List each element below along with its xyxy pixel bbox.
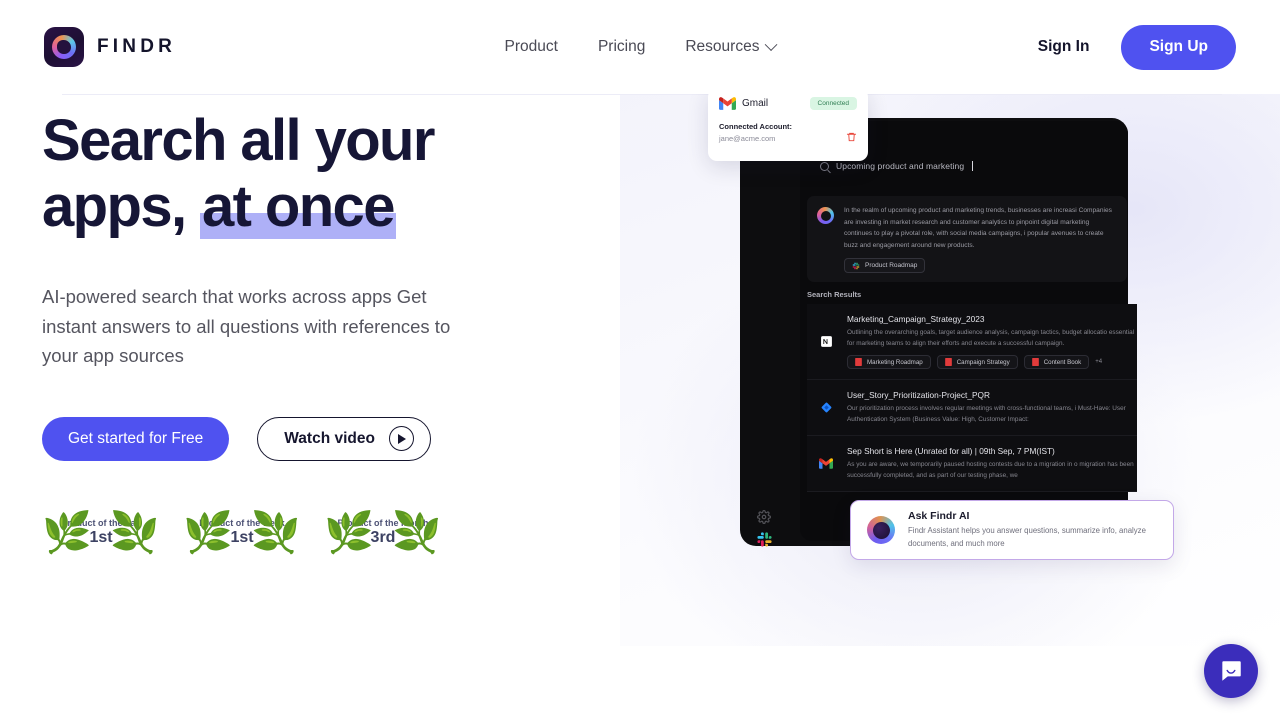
gmail-icon [719, 97, 736, 110]
result-snippet: Our prioritization process involves regu… [847, 405, 1126, 423]
notion-icon [817, 314, 835, 369]
gmail-icon [817, 446, 835, 481]
result-chip-label: Content Book [1043, 358, 1082, 366]
result-snippet: As you are aware, we temporarily paused … [847, 461, 1134, 479]
badge-product-of-the-week: 🌿 🌿 Product of the week 1st [183, 509, 301, 557]
nav-item-pricing[interactable]: Pricing [598, 38, 645, 56]
get-started-button[interactable]: Get started for Free [42, 416, 230, 461]
page-title: Search all your apps, at once [42, 108, 562, 240]
gear-icon[interactable] [757, 510, 771, 524]
nav-label-pricing: Pricing [597, 38, 646, 55]
laurel-right-icon: 🌿 [110, 509, 160, 556]
main-navigation: Product Pricing Resources [505, 37, 778, 56]
play-icon [388, 426, 414, 451]
result-chip[interactable]: Content Book [1023, 355, 1090, 369]
chat-bubble-icon [1222, 661, 1241, 681]
watch-video-button[interactable]: Watch video [257, 416, 431, 461]
slack-icon[interactable] [756, 531, 773, 548]
landing-page: FINDR Product Pricing Resources Sign In … [0, 0, 1280, 720]
search-result-row[interactable]: Sep Short is Here (Unrated for all) | 09… [807, 436, 1137, 492]
result-chips: Marketing Roadmap Campaign Strategy Cont… [847, 355, 1137, 369]
chevron-down-icon [764, 37, 778, 51]
brand-logo[interactable]: FINDR [44, 27, 176, 67]
connected-account-label: Connected Account: [719, 122, 793, 131]
result-title: User_Story_Prioritization-Project_PQR [847, 390, 990, 400]
sign-up-button[interactable]: Sign Up [1121, 24, 1236, 70]
ask-findr-ai-card[interactable]: Ask Findr AI Findr Assistant helps you a… [850, 500, 1174, 560]
findr-ai-orb-icon [817, 207, 834, 224]
badge-product-of-the-month: 🌿 🌿 Product of the month 3rd [324, 509, 442, 557]
search-result-row[interactable]: User_Story_Prioritization-Project_PQR Ou… [807, 380, 1137, 436]
trash-icon[interactable] [846, 131, 857, 143]
laurel-right-icon: 🌿 [392, 509, 442, 556]
result-chip-label: Campaign Strategy [956, 358, 1010, 366]
result-more-count[interactable]: +4 [1095, 359, 1102, 365]
logo-ring-shape [52, 35, 76, 59]
laurel-left-icon: 🌿 [183, 509, 233, 556]
brand-name: FINDR [97, 36, 177, 57]
result-chip[interactable]: Campaign Strategy [936, 355, 1018, 369]
headline-highlight: at once [200, 174, 396, 239]
pdf-icon [1031, 358, 1039, 366]
findr-logo-icon [44, 27, 84, 67]
cta-row: Get started for Free Watch video [42, 416, 562, 461]
search-input-value: Upcoming product and marketing [836, 161, 965, 171]
gmail-connection-card: Gmail Connected Connected Account: jane@… [708, 88, 868, 161]
laurel-left-icon: 🌿 [42, 509, 92, 556]
pdf-icon [855, 358, 862, 366]
ask-findr-subtitle: Findr Assistant helps you answer questio… [908, 526, 1146, 548]
laurel-left-icon: 🌿 [324, 509, 374, 556]
result-snippet: Outlining the overarching goals, target … [847, 329, 1135, 347]
jira-icon [817, 390, 835, 425]
result-title: Sep Short is Here (Unrated for all) | 09… [847, 446, 1055, 456]
text-cursor [972, 161, 974, 171]
device-frame: Upcoming product and marketing In the re… [740, 118, 1137, 548]
nav-item-product[interactable]: Product [505, 38, 558, 56]
watch-video-label: Watch video [284, 429, 375, 447]
ask-findr-title: Ask Findr AI [908, 510, 970, 522]
sign-in-link[interactable]: Sign In [1038, 38, 1090, 56]
result-chip[interactable]: Marketing Roadmap [847, 355, 931, 369]
app-sidebar-rail [740, 118, 800, 548]
status-badge: Connected [809, 97, 857, 110]
laurel-right-icon: 🌿 [251, 509, 301, 556]
pdf-icon [944, 358, 952, 366]
search-icon [820, 161, 829, 171]
award-badges: 🌿 🌿 Product of the day 1st 🌿 🌿 Product o… [42, 509, 562, 557]
ai-chip-label: Product Roadmap [865, 262, 918, 270]
findr-ai-orb-icon [867, 516, 895, 544]
result-title: Marketing_Campaign_Strategy_2023 [847, 314, 985, 324]
search-results-label: Search Results [807, 290, 862, 299]
ai-answer-panel: In the realm of upcoming product and mar… [807, 196, 1127, 282]
nav-label-resources: Resources [685, 38, 760, 55]
header-divider [62, 94, 1222, 95]
header-actions: Sign In Sign Up [1038, 24, 1236, 70]
hero-content: Search all your apps, at once AI-powered… [42, 108, 562, 557]
badge-product-of-the-day: 🌿 🌿 Product of the day 1st [42, 509, 160, 557]
nav-item-resources[interactable]: Resources [685, 37, 778, 56]
search-results-list: Marketing_Campaign_Strategy_2023 Outlini… [807, 304, 1137, 492]
ai-answer-text: In the realm of upcoming product and mar… [844, 207, 1112, 249]
hero-subheading: AI-powered search that works across apps… [42, 286, 451, 366]
ai-source-chip[interactable]: Product Roadmap [844, 258, 926, 274]
slack-icon [852, 262, 860, 270]
search-result-row[interactable]: Marketing_Campaign_Strategy_2023 Outlini… [807, 304, 1137, 380]
gmail-app-name: Gmail [742, 98, 769, 109]
nav-label-product: Product [504, 38, 558, 55]
chat-launcher-button[interactable] [1204, 644, 1258, 698]
connected-account-email: jane@acme.com [719, 134, 776, 143]
site-header: FINDR Product Pricing Resources Sign In … [0, 0, 1280, 94]
result-chip-label: Marketing Roadmap [867, 358, 923, 366]
